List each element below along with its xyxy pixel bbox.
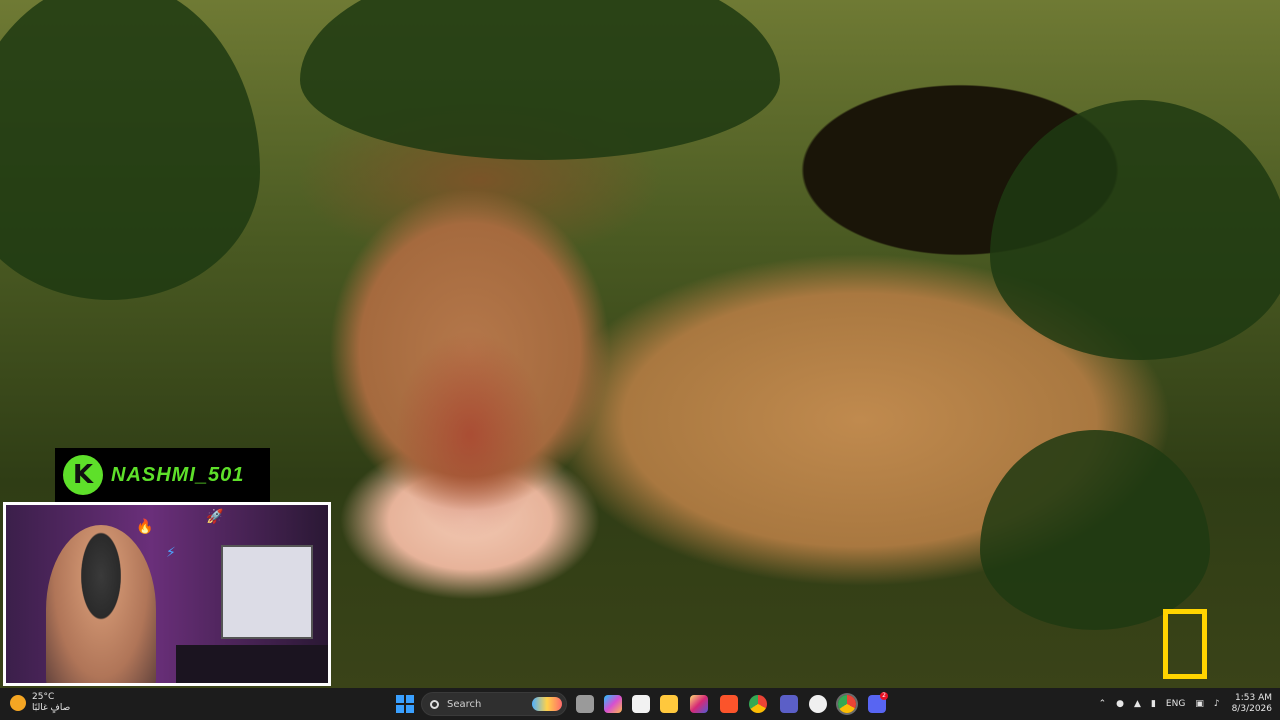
windows-taskbar: 25°C صافٍ غالبًا Search 2 ⌃ ● ▲ ▮ ENG ▣ … xyxy=(0,688,1280,720)
discord-notification-badge: 2 xyxy=(880,692,888,700)
foliage-top xyxy=(300,0,780,160)
streamer-webcam-person xyxy=(46,525,156,683)
foliage-left xyxy=(0,0,260,300)
system-tray: ⌃ ● ▲ ▮ ENG ▣ ♪ 1:53 AM 8/3/2026 xyxy=(1089,688,1272,720)
volume-icon[interactable]: ♪ xyxy=(1214,699,1220,709)
neon-rocket-icon: 🚀 xyxy=(206,509,224,525)
github-icon[interactable] xyxy=(809,695,827,713)
k-logo-icon: K xyxy=(63,455,103,495)
taskbar-search[interactable]: Search xyxy=(421,692,567,716)
search-highlight-icon xyxy=(532,697,562,711)
sun-icon xyxy=(10,695,26,711)
search-icon xyxy=(430,699,439,709)
weather-widget[interactable]: 25°C صافٍ غالبًا xyxy=(10,692,70,714)
microphone-icon[interactable]: ▮ xyxy=(1151,699,1156,709)
weather-condition: صافٍ غالبًا xyxy=(32,703,71,713)
start-button[interactable] xyxy=(396,695,414,713)
gaming-pc xyxy=(221,545,313,639)
brave-icon[interactable] xyxy=(720,695,738,713)
national-geographic-logo xyxy=(1163,609,1207,679)
search-placeholder: Search xyxy=(447,698,482,710)
network-tray-icon[interactable]: ● xyxy=(1116,699,1124,709)
chrome-profile-icon[interactable] xyxy=(838,695,856,713)
video-player-area[interactable]: K NASHMI_501 🔥 ⚡ 🚀 xyxy=(0,0,1280,688)
webcam-overlay: 🔥 ⚡ 🚀 xyxy=(3,502,331,686)
desk xyxy=(176,645,328,683)
task-view-icon[interactable] xyxy=(576,695,594,713)
wifi-icon[interactable]: ▣ xyxy=(1195,699,1204,709)
neon-lightning-icon: ⚡ xyxy=(166,545,176,561)
neon-fire-icon: 🔥 xyxy=(136,519,154,535)
location-icon[interactable]: ▲ xyxy=(1134,699,1141,709)
language-indicator[interactable]: ENG xyxy=(1166,699,1185,709)
weather-temp: 25°C xyxy=(32,692,55,702)
copilot-icon[interactable] xyxy=(604,695,622,713)
streamer-name-tag: K NASHMI_501 xyxy=(55,448,270,502)
streamer-name: NASHMI_501 xyxy=(111,463,245,486)
chrome-icon[interactable] xyxy=(749,695,767,713)
clock[interactable]: 1:53 AM 8/3/2026 xyxy=(1232,693,1272,715)
instagram-icon[interactable] xyxy=(690,695,708,713)
store-icon[interactable] xyxy=(632,695,650,713)
clock-date: 8/3/2026 xyxy=(1231,704,1272,714)
teams-icon[interactable] xyxy=(780,695,798,713)
file-explorer-icon[interactable] xyxy=(660,695,678,713)
chevron-up-icon[interactable]: ⌃ xyxy=(1099,699,1107,709)
clock-time: 1:53 AM xyxy=(1235,693,1272,703)
lioness-muzzle xyxy=(395,330,545,540)
